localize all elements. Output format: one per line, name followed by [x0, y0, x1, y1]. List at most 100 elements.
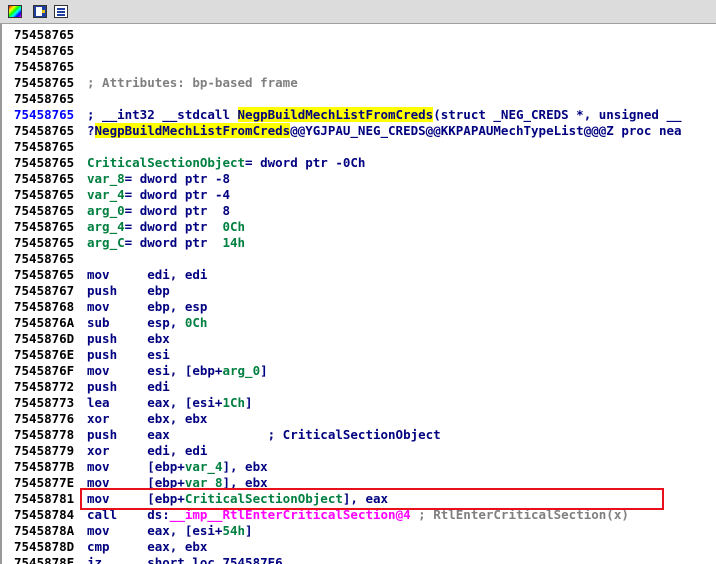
code-token: mov esi, [ebp+: [87, 363, 223, 378]
code-token: arg_0: [222, 363, 261, 378]
code-token: @@YGJPAU_NEG_CREDS@@KKPAPAUMechTypeList@…: [290, 123, 682, 138]
code-token: 1Ch: [222, 395, 246, 410]
code-line[interactable]: 75458779 xor edi, edi: [14, 443, 207, 459]
code-line[interactable]: 75458765 ; Attributes: bp-based frame: [14, 75, 298, 91]
code-token: mov edi, edi: [87, 267, 208, 282]
code-token: ]: [245, 523, 253, 538]
code-token: arg_0: [87, 203, 125, 218]
line-address: 75458765: [14, 203, 75, 218]
code-line[interactable]: 75458765 arg_C= dword ptr 14h: [14, 235, 245, 251]
code-line[interactable]: 75458778 push eax ; CriticalSectionObject: [14, 427, 441, 443]
line-address: 75458779: [14, 443, 75, 458]
code-token: lea eax, [esi+: [87, 395, 223, 410]
line-address: 75458765: [14, 107, 75, 122]
code-line[interactable]: 75458765 var_4= dword ptr -4: [14, 187, 230, 203]
code-token: = dword ptr -4: [124, 187, 230, 202]
code-token: var_4: [87, 187, 125, 202]
code-token: NegpBuildMechListFromCreds: [237, 107, 434, 122]
code-line[interactable]: 75458765: [14, 59, 87, 75]
code-line[interactable]: 75458767 push ebp: [14, 283, 170, 299]
line-address: 7545878D: [14, 539, 75, 554]
code-line[interactable]: 7545876F mov esi, [ebp+arg_0]: [14, 363, 268, 379]
code-line[interactable]: 75458765 CriticalSectionObject= dword ptr…: [14, 155, 365, 171]
code-token: 0Ch: [184, 315, 208, 330]
line-address: 75458765: [14, 219, 75, 234]
line-address: 75458765: [14, 267, 75, 282]
code-token: 54h: [222, 523, 246, 538]
code-line[interactable]: 7545876E push esi: [14, 347, 170, 363]
line-address: 75458765: [14, 155, 75, 170]
line-address: 7545876D: [14, 331, 75, 346]
line-address: 75458765: [14, 75, 75, 90]
code-token: ], ebx: [222, 459, 268, 474]
code-token: = dword ptr -0Ch: [245, 155, 366, 170]
code-line[interactable]: 75458765: [14, 251, 87, 267]
code-token: mov [ebp+: [87, 459, 185, 474]
edit-icon[interactable]: [33, 5, 47, 18]
code-line[interactable]: 7545878A mov eax, [esi+54h]: [14, 523, 253, 539]
line-address: 75458765: [14, 235, 75, 250]
code-token: mov ebp, esp: [87, 299, 208, 314]
code-token: 14h: [222, 235, 246, 250]
code-line[interactable]: 7545878D cmp eax, ebx: [14, 539, 207, 555]
line-address: 75458765: [14, 123, 75, 138]
line-address: 75458765: [14, 59, 75, 74]
code-line[interactable]: 75458765 arg_4= dword ptr 0Ch: [14, 219, 245, 235]
line-address: 75458765: [14, 171, 75, 186]
code-token: xor edi, edi: [87, 443, 208, 458]
code-token: mov eax, [esi+: [87, 523, 223, 538]
line-address: 75458772: [14, 379, 75, 394]
line-address: 75458765: [14, 91, 75, 106]
code-token: xor ebx, ebx: [87, 411, 208, 426]
code-line[interactable]: 75458765: [14, 27, 87, 43]
code-line[interactable]: 75458765: [14, 139, 87, 155]
code-line[interactable]: 7545876D push ebx: [14, 331, 170, 347]
code-line[interactable]: 7545878F jz short loc_754587E6: [14, 555, 283, 564]
color-palette-icon[interactable]: [8, 5, 22, 18]
line-address: 75458765: [14, 251, 75, 266]
line-address: 75458765: [14, 139, 75, 154]
code-line[interactable]: 75458768 mov ebp, esp: [14, 299, 207, 315]
code-token: = dword ptr -8: [124, 171, 230, 186]
code-line[interactable]: 7545877B mov [ebp+var_4], ebx: [14, 459, 268, 475]
code-token: = dword ptr: [124, 219, 223, 234]
code-token: CriticalSectionObject: [87, 155, 246, 170]
line-address: 75458768: [14, 299, 75, 314]
code-line[interactable]: 75458773 lea eax, [esi+1Ch]: [14, 395, 253, 411]
code-line[interactable]: 75458765: [14, 43, 87, 59]
line-address: 7545876E: [14, 347, 75, 362]
code-line[interactable]: 75458765 ; __int32 __stdcall NegpBuildMec…: [14, 107, 682, 123]
code-line[interactable]: 75458765 var_8= dword ptr -8: [14, 171, 230, 187]
line-address: 75458773: [14, 395, 75, 410]
code-token: push esi: [87, 347, 170, 362]
code-token: NegpBuildMechListFromCreds: [94, 123, 291, 138]
code-line[interactable]: 75458772 push edi: [14, 379, 170, 395]
code-token: ; __int32 __stdcall: [87, 107, 238, 122]
highlight-box: [80, 488, 664, 510]
code-line[interactable]: 75458765 arg_0= dword ptr 8: [14, 203, 230, 219]
line-address: 75458767: [14, 283, 75, 298]
line-address: 7545876A: [14, 315, 75, 330]
line-address: 7545878A: [14, 523, 75, 538]
code-token: arg_C: [87, 235, 125, 250]
disassembly-listing[interactable]: 75458765 75458765 75458765 75458765; Attrib…: [0, 24, 716, 564]
code-line[interactable]: 75458765: [14, 91, 87, 107]
code-line[interactable]: 7545876A sub esp, 0Ch: [14, 315, 207, 331]
code-token: cmp eax, ebx: [87, 539, 208, 554]
code-line[interactable]: 75458776 xor ebx, ebx: [14, 411, 207, 427]
code-line[interactable]: 75458765 mov edi, edi: [14, 267, 207, 283]
line-address: 75458765: [14, 27, 75, 42]
code-token: push eax ; CriticalSectionObject: [87, 427, 441, 442]
code-token: push ebp: [87, 283, 170, 298]
code-token: push edi: [87, 379, 170, 394]
code-token: ?: [87, 123, 95, 138]
code-token: ]: [245, 395, 253, 410]
code-line[interactable]: 75458765 ?NegpBuildMechListFromCreds@@YGJ…: [14, 123, 682, 139]
code-token: ]: [260, 363, 268, 378]
line-address: 7545877B: [14, 459, 75, 474]
line-address: 75458765: [14, 187, 75, 202]
listing-icon[interactable]: [54, 5, 68, 18]
line-address: 75458778: [14, 427, 75, 442]
code-token: jz short loc_754587E6: [87, 555, 283, 564]
toolbar: [0, 0, 716, 24]
